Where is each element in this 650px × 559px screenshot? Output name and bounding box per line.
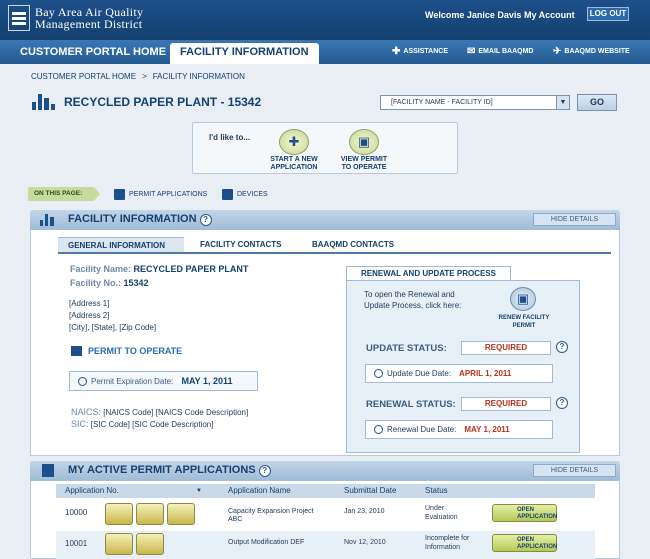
col-application-name: Application Name [228, 486, 291, 495]
logo-icon [8, 5, 30, 31]
quick-actions-panel: I'd like to... ✚ START A NEW APPLICATION … [192, 122, 458, 174]
update-status-value: REQUIRED [461, 341, 551, 355]
my-account-link[interactable]: My Account [524, 10, 575, 20]
clock-icon [374, 425, 383, 435]
naics-row: NAICS: [NAICS Code] [NAICS Code Descript… [71, 407, 249, 417]
tab-general-information[interactable]: GENERAL INFORMATION [58, 237, 184, 252]
new-application-icon[interactable]: ✚ [279, 129, 309, 155]
permit-to-operate-link[interactable]: PERMIT TO OPERATE [71, 346, 182, 356]
go-button[interactable]: GO [577, 94, 617, 111]
building-icon [32, 94, 56, 110]
document-icon [42, 464, 54, 477]
breadcrumb-home[interactable]: CUSTOMER PORTAL HOME [31, 72, 136, 81]
email-baaqmd-link[interactable]: ✉ EMAIL BAAQMD [467, 46, 533, 57]
renew-facility-permit-link[interactable]: RENEW FACILITY PERMIT [492, 314, 556, 330]
hide-details-button[interactable]: HIDE DETAILS [533, 464, 616, 477]
clock-icon [78, 377, 87, 387]
document-icon [114, 189, 125, 200]
sic-row: SIC: [SIC Code] [SIC Code Description] [71, 419, 214, 429]
chevron-down-icon[interactable]: ▼ [556, 96, 569, 109]
renew-permit-icon[interactable]: ▣ [510, 287, 536, 311]
facility-info-title: FACILITY INFORMATION [68, 213, 197, 225]
facility-name-row: Facility Name: RECYCLED PAPER PLANT [70, 264, 249, 274]
page-title-row: RECYCLED PAPER PLANT - 15342 [32, 94, 261, 110]
help-icon[interactable]: ? [199, 214, 212, 226]
address-city: [City], [State], [Zip Code] [69, 323, 157, 332]
applications-header: MY ACTIVE PERMIT APPLICATIONS ? HIDE DET… [30, 461, 620, 481]
help-icon[interactable]: ? [556, 341, 568, 353]
building-icon [40, 214, 58, 226]
quick-actions-label: I'd like to... [209, 133, 251, 142]
devices-anchor[interactable]: DEVICES [222, 189, 268, 200]
permit-applications-anchor[interactable]: PERMIT APPLICATIONS [114, 189, 207, 200]
sort-arrow-icon[interactable]: ▼ [196, 484, 202, 498]
renewal-intro-line2: Update Process, click here: [364, 301, 462, 310]
clock-icon [374, 369, 383, 379]
start-new-application-link[interactable]: START A NEW APPLICATION [263, 156, 325, 172]
open-application-button[interactable]: OPEN APPLICATION [492, 534, 557, 552]
permit-expiration-date: MAY 1, 2011 [181, 376, 233, 386]
col-status: Status [425, 486, 448, 495]
facility-name: RECYCLED PAPER PLANT [133, 264, 249, 274]
renewal-process-panel: To open the Renewal and Update Process, … [346, 280, 580, 453]
col-submittal-date: Submittal Date [344, 486, 397, 495]
col-application-no[interactable]: Application No. [65, 484, 119, 498]
device-icon [105, 503, 133, 525]
on-this-page-label: ON THIS PAGE: [28, 187, 100, 201]
assistance-link[interactable]: ✚ ASSISTANCE [392, 46, 448, 57]
renewal-intro-line1: To open the Renewal and [364, 290, 455, 299]
baaqmd-logo[interactable]: Bay Area Air Quality Management District [8, 5, 143, 31]
address-line2: [Address 2] [69, 311, 110, 320]
question-icon: ✚ [392, 46, 401, 57]
facility-info-header: FACILITY INFORMATION ? HIDE DETAILS [30, 210, 620, 230]
baaqmd-website-link[interactable]: ✈ BAAQMD WEBSITE [553, 46, 630, 57]
logout-button[interactable]: LOG OUT [587, 7, 629, 21]
view-permit-link[interactable]: VIEW PERMIT TO OPERATE [333, 156, 395, 172]
facility-no: 15342 [123, 278, 149, 288]
address-line1: [Address 1] [69, 299, 110, 308]
renewal-process-title: RENEWAL AND UPDATE PROCESS [346, 266, 511, 281]
mail-icon: ✉ [467, 46, 476, 57]
device-icon [167, 503, 195, 525]
permit-expiration-box: Permit Expiration Date: MAY 1, 2011 [69, 371, 258, 391]
tab-facility-contacts[interactable]: FACILITY CONTACTS [190, 237, 298, 252]
view-permit-icon[interactable]: ▣ [349, 129, 379, 155]
tab-facility-information[interactable]: FACILITY INFORMATION [170, 43, 319, 64]
renewal-due-date: MAY 1, 2011 [464, 425, 510, 434]
hide-details-button[interactable]: HIDE DETAILS [533, 213, 616, 226]
tab-customer-portal-home[interactable]: CUSTOMER PORTAL HOME [10, 43, 176, 64]
device-icon [105, 533, 133, 555]
renewal-status-value: REQUIRED [461, 397, 551, 411]
building-icon [71, 346, 82, 356]
tab-underline [58, 252, 611, 254]
table-row: 10001 Output Modification DEF Nov 12, 20… [56, 531, 595, 559]
main-nav: CUSTOMER PORTAL HOME FACILITY INFORMATIO… [0, 40, 650, 64]
update-due-box: Update Due Date: APRIL 1, 2011 [365, 364, 553, 383]
nox-icon [136, 533, 164, 555]
applications-title: MY ACTIVE PERMIT APPLICATIONS [68, 464, 256, 476]
facility-no-row: Facility No.: 15342 [70, 278, 149, 288]
welcome-text: Welcome Janice Davis [425, 10, 522, 20]
breadcrumb: CUSTOMER PORTAL HOME > FACILITY INFORMATIO… [31, 72, 245, 81]
table-row: 10000 Capacity Expansion Project ABC Jan … [65, 503, 558, 525]
globe-icon: ✈ [553, 46, 562, 57]
update-due-date: APRIL 1, 2011 [459, 369, 512, 378]
site-header: Bay Area Air Quality Management District… [0, 0, 650, 40]
device-icon [222, 189, 233, 200]
page-title: RECYCLED PAPER PLANT - 15342 [64, 95, 262, 109]
org-name-line2: Management District [35, 17, 143, 31]
facility-select[interactable]: [FACILITY NAME - FACILITY ID] ▼ [380, 95, 570, 110]
help-icon[interactable]: ? [556, 397, 568, 409]
applications-table-header: Application No. ▼ Application Name Submi… [56, 484, 595, 498]
breadcrumb-current: FACILITY INFORMATION [152, 72, 245, 81]
renewal-due-box: Renewal Due Date: MAY 1, 2011 [365, 420, 553, 439]
renewal-status-label: RENEWAL STATUS: [366, 399, 456, 410]
device-icon [136, 503, 164, 525]
help-icon[interactable]: ? [258, 465, 271, 477]
open-application-button[interactable]: OPEN APPLICATION [492, 504, 557, 522]
tab-baaqmd-contacts[interactable]: BAAQMD CONTACTS [302, 237, 414, 252]
update-status-label: UPDATE STATUS: [366, 343, 447, 354]
